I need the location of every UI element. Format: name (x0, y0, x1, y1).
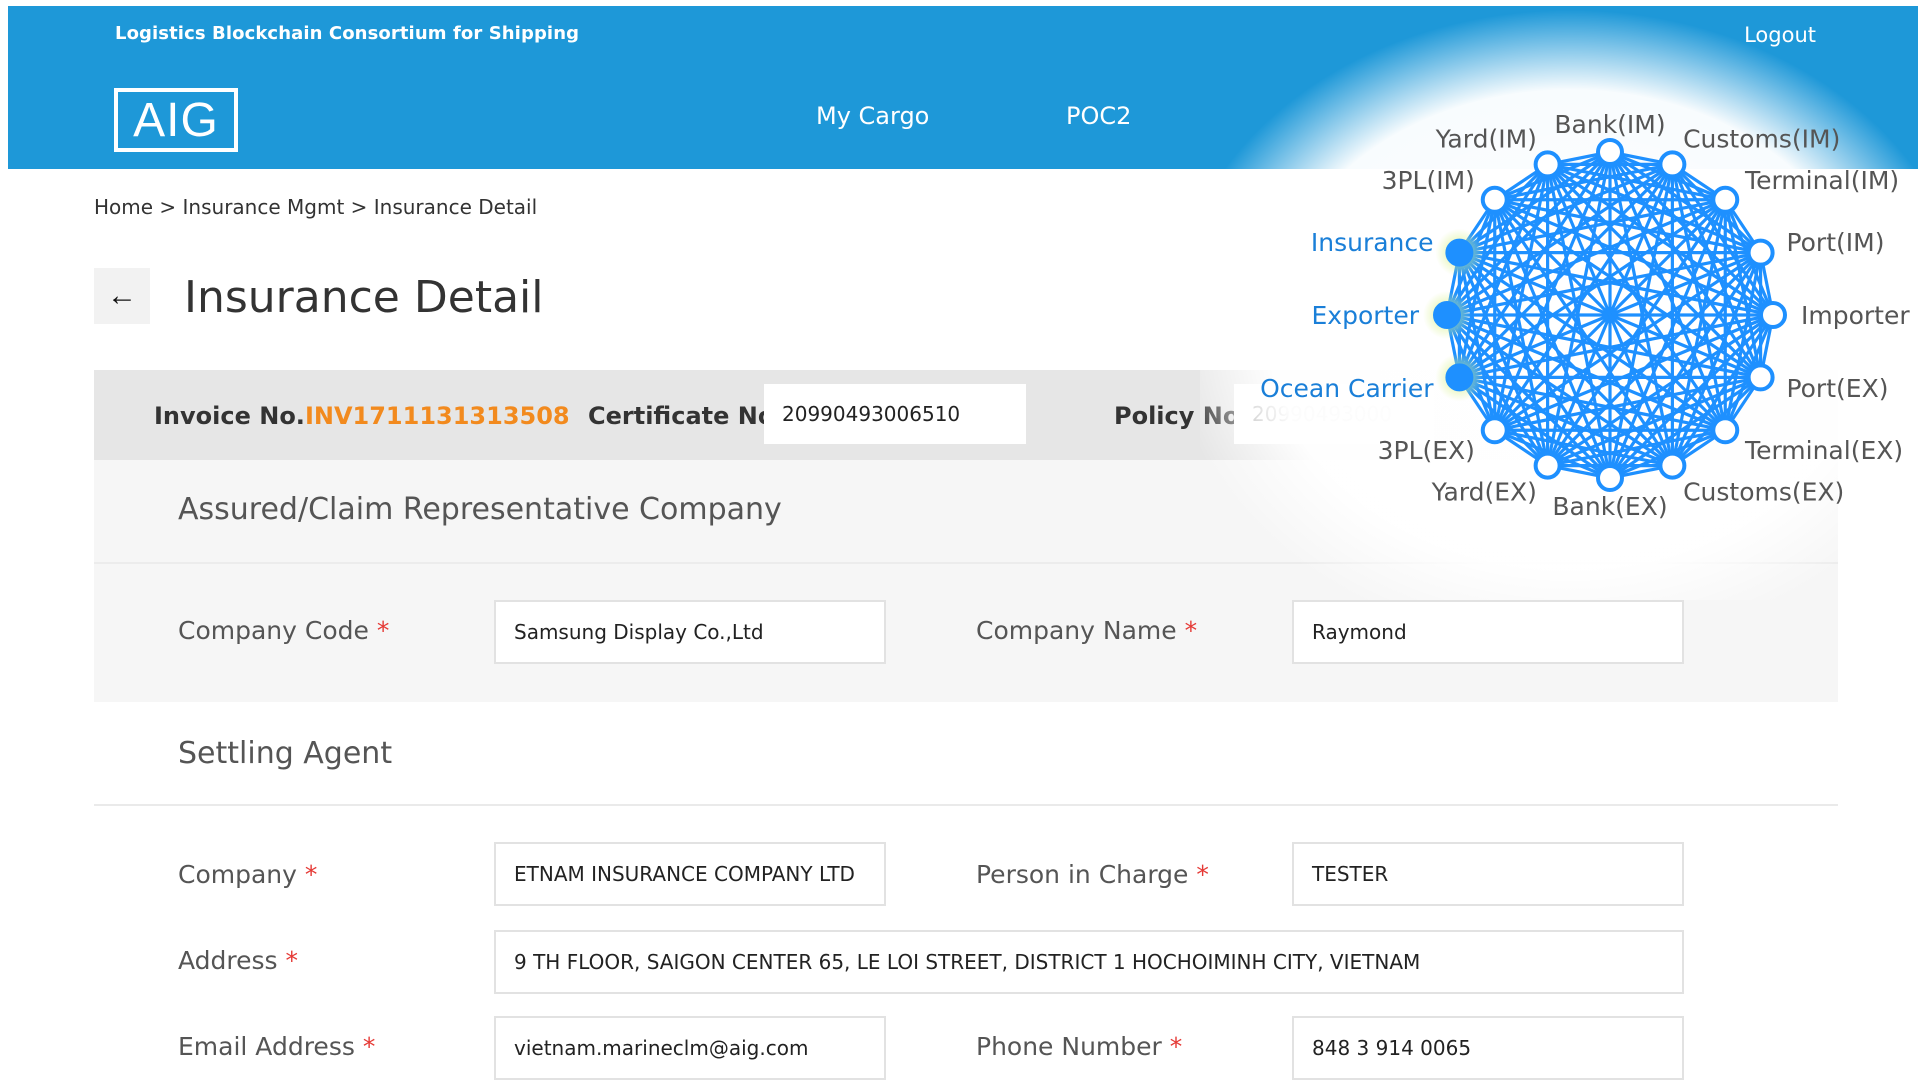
node-label-3pl-im: 3PL(IM) (1382, 166, 1475, 195)
company-input[interactable]: ETNAM INSURANCE COMPANY LTD (494, 842, 886, 906)
page-title: Insurance Detail (184, 272, 544, 323)
node-3pl-im[interactable] (1480, 185, 1509, 214)
consortium-title: Logistics Blockchain Consortium for Ship… (115, 23, 580, 44)
settling-agent-title: Settling Agent (178, 736, 393, 771)
node-importer[interactable] (1759, 301, 1787, 329)
address-label-text: Address (178, 946, 278, 975)
breadcrumb: Home > Insurance Mgmt > Insurance Detail (94, 195, 538, 219)
person-label-text: Person in Charge (976, 860, 1189, 889)
node-label-yard-ex: Yard(EX) (1431, 477, 1537, 506)
node-terminal-ex[interactable] (1711, 416, 1740, 445)
node-bank-im[interactable] (1596, 138, 1624, 166)
node-port-ex[interactable] (1746, 363, 1775, 392)
back-arrow-icon: ← (107, 279, 137, 312)
invoice-label: Invoice No. (154, 402, 305, 430)
company-name-input[interactable]: Raymond (1292, 600, 1684, 664)
phone-label: Phone Number * (976, 1032, 1182, 1061)
phone-input[interactable]: 848 3 914 0065 (1292, 1016, 1684, 1080)
node-label-3pl-ex: 3PL(EX) (1378, 436, 1475, 465)
email-input[interactable]: vietnam.marineclm@aig.com (494, 1016, 886, 1080)
aig-logo[interactable]: AIG (114, 88, 238, 152)
required-marker: * (1169, 1032, 1183, 1061)
company-label-text: Company (178, 860, 297, 889)
required-marker: * (304, 860, 318, 889)
node-label-yard-im: Yard(IM) (1435, 125, 1537, 154)
address-input[interactable]: 9 TH FLOOR, SAIGON CENTER 65, LE LOI STR… (494, 930, 1684, 994)
node-label-bank-im: Bank(IM) (1554, 110, 1665, 139)
node-label-exporter: Exporter (1312, 301, 1420, 330)
node-label-insurance: Insurance (1311, 228, 1434, 257)
node-terminal-im[interactable] (1711, 185, 1740, 214)
node-3pl-ex[interactable] (1480, 416, 1509, 445)
settling-divider (94, 804, 1838, 806)
company-label: Company * (178, 860, 317, 889)
node-label-ocean-carrier: Ocean Carrier (1260, 374, 1434, 403)
required-marker: * (285, 946, 299, 975)
certificate-label: Certificate No. (588, 402, 784, 430)
nav-my-cargo[interactable]: My Cargo (816, 102, 929, 130)
address-label: Address * (178, 946, 298, 975)
node-label-port-ex: Port(EX) (1786, 374, 1888, 403)
nav-poc2[interactable]: POC2 (1066, 102, 1131, 130)
person-in-charge-label: Person in Charge * (976, 860, 1209, 889)
certificate-field[interactable]: 20990493006510 (764, 384, 1026, 444)
invoice-value: INV1711131313508 (304, 402, 570, 430)
required-marker: * (376, 616, 390, 645)
node-insurance[interactable] (1445, 238, 1474, 267)
assured-section-title: Assured/Claim Representative Company (178, 492, 782, 527)
email-label-text: Email Address (178, 1032, 355, 1061)
blockchain-network-overlay: Bank(IM) Customs(IM) Terminal(IM) Port(IM) I… (1200, 10, 1923, 600)
required-marker: * (1184, 616, 1198, 645)
phone-label-text: Phone Number (976, 1032, 1162, 1061)
node-customs-im[interactable] (1658, 150, 1687, 179)
node-label-port-im: Port(IM) (1786, 228, 1884, 257)
node-bank-ex[interactable] (1596, 464, 1624, 492)
node-label-customs-ex: Customs(EX) (1683, 477, 1844, 506)
node-label-customs-im: Customs(IM) (1683, 125, 1840, 154)
invoice-no: Invoice No.INV1711131313508 (154, 402, 570, 430)
node-customs-ex[interactable] (1658, 451, 1687, 480)
company-code-label: Company Code * (178, 616, 389, 645)
node-yard-im[interactable] (1533, 150, 1562, 179)
company-code-label-text: Company Code (178, 616, 369, 645)
node-exporter[interactable] (1433, 301, 1461, 329)
node-label-terminal-ex: Terminal(EX) (1744, 436, 1903, 465)
required-marker: * (362, 1032, 376, 1061)
company-code-input[interactable]: Samsung Display Co.,Ltd (494, 600, 886, 664)
node-label-terminal-im: Terminal(IM) (1744, 166, 1899, 195)
node-ocean-carrier[interactable] (1445, 363, 1474, 392)
node-port-im[interactable] (1746, 238, 1775, 267)
person-in-charge-input[interactable]: TESTER (1292, 842, 1684, 906)
node-label-importer: Importer (1801, 301, 1910, 330)
company-name-label: Company Name * (976, 616, 1197, 645)
back-button[interactable]: ← (94, 268, 150, 324)
company-name-label-text: Company Name (976, 616, 1177, 645)
node-yard-ex[interactable] (1533, 451, 1562, 480)
node-label-bank-ex: Bank(EX) (1552, 492, 1667, 521)
email-label: Email Address * (178, 1032, 375, 1061)
required-marker: * (1196, 860, 1209, 889)
